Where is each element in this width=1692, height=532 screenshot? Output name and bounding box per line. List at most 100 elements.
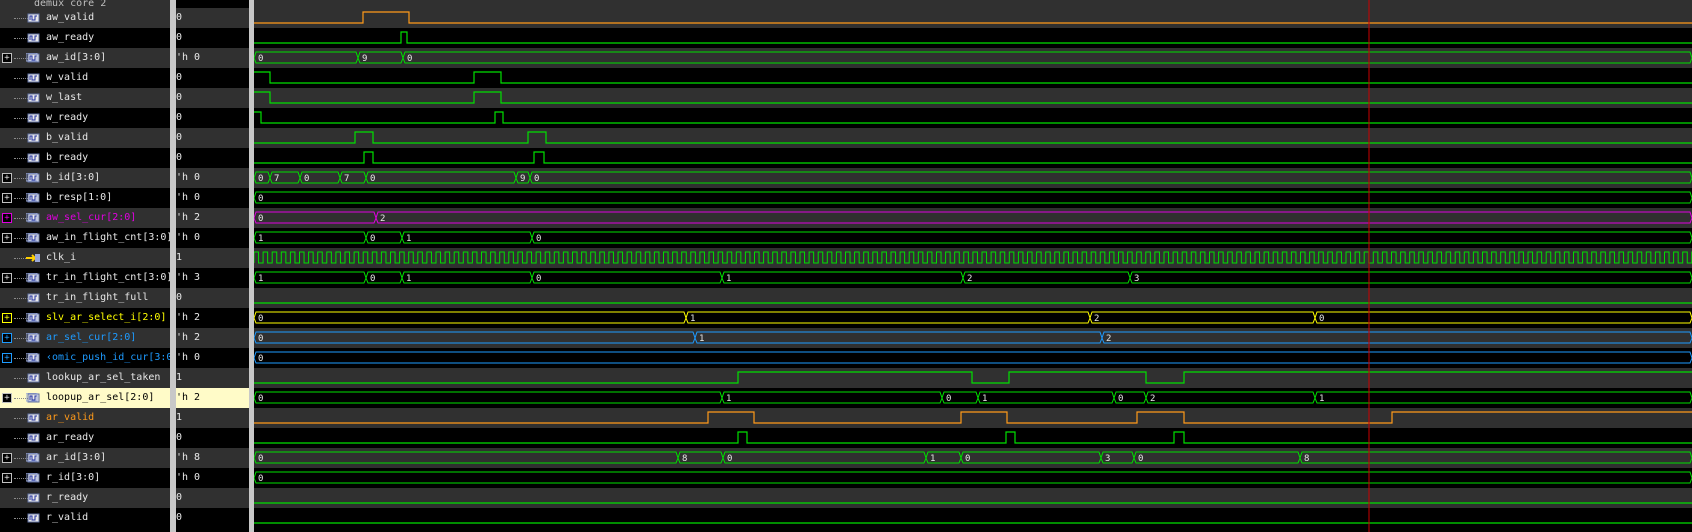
bus-segment-label: 0 [946,394,951,404]
wave-row-bg [254,108,1692,128]
signal-icon [26,53,40,63]
signal-row[interactable]: w_valid [0,68,170,88]
signal-row[interactable]: + tr_in_flight_cnt[3:0] [0,268,170,288]
signal-icon [27,13,40,23]
wave-row-bg [254,208,1692,228]
signal-value: 0 [176,32,183,43]
value-row: 0 [176,88,249,108]
signal-row[interactable]: + b_resp[1:0] [0,188,170,208]
value-row: 0 [176,68,249,88]
bus-segment-label: 0 [370,174,375,184]
signal-row[interactable]: + ‹omic_push_id_cur[3:0] [0,348,170,368]
signal-row[interactable]: r_ready [0,488,170,508]
expand-icon[interactable]: + [2,53,12,63]
signal-value: 'h 8 [176,452,201,463]
signal-row[interactable]: + ar_sel_cur[2:0] [0,328,170,348]
signal-icon [27,493,40,503]
expand-icon[interactable]: + [2,173,12,183]
signal-value-pane: 0 0 'h 0 0 0 0 0 0 'h 0 'h 0 'h 2 'h 0 1 'h 3 0 'h 2 'h … [176,0,249,532]
value-row: 0 [176,8,249,28]
signal-icon [26,173,40,183]
signal-icon [26,393,40,403]
bus-segment-label: 0 [727,454,732,464]
expand-icon[interactable]: + [2,353,12,363]
signal-row[interactable]: aw_ready [0,28,170,48]
signal-row[interactable]: + slv_ar_select_i[2:0] [0,308,170,328]
signal-row[interactable]: b_valid [0,128,170,148]
wave-row-bg [254,308,1692,328]
bus-segment-label: 0 [304,174,309,184]
signal-row[interactable]: + aw_in_flight_cnt[3:0] [0,228,170,248]
wave-row-bg [254,68,1692,88]
value-row: 0 [176,508,249,528]
signal-row[interactable]: w_last [0,88,170,108]
signal-value: 'h 0 [176,52,201,63]
wave-row-bg [254,28,1692,48]
bus-segment-label: 0 [258,354,263,364]
signal-icon [27,73,40,83]
signal-row[interactable]: + aw_id[3:0] [0,48,170,68]
signal-name: r_ready [46,492,89,503]
expand-icon[interactable]: + [2,333,12,343]
bus-segment-label: 0 [370,274,375,284]
expand-icon[interactable]: + [2,213,12,223]
signal-name: lookup_ar_sel_taken [46,372,161,383]
signal-row[interactable]: clk_i [0,248,170,268]
value-row: 'h 0 [176,168,249,188]
value-row: 'h 3 [176,268,249,288]
expand-icon[interactable]: + [2,233,12,243]
signal-value: 'h 3 [176,272,201,283]
wave-row-bg [254,188,1692,208]
expand-icon[interactable]: + [2,473,12,483]
wave-row-bg [254,368,1692,388]
signal-row[interactable]: lookup_ar_sel_taken [0,368,170,388]
expand-icon[interactable]: + [2,393,12,403]
expand-icon[interactable]: + [2,453,12,463]
signal-row[interactable]: + r_id[3:0] [0,468,170,488]
waveform-pane[interactable]: 0 9 00 7 0 7 0 9 000 21 0 1 01 0 1 0 1 2 30 1 2 00 1 200 1 0 1 0 2 10… [254,0,1692,532]
bus-segment-label: 3 [1105,454,1110,464]
bus-segment-label: 1 [930,454,935,464]
signal-row[interactable]: + b_id[3:0] [0,168,170,188]
signal-name: aw_id[3:0] [46,52,107,63]
signal-name: aw_ready [46,32,95,43]
signal-row[interactable]: + ar_id[3:0] [0,448,170,468]
bus-segment-label: 2 [1106,334,1111,344]
signal-name: tr_in_flight_cnt[3:0] [46,272,170,283]
expand-icon[interactable]: + [2,193,12,203]
expand-icon[interactable]: + [2,313,12,323]
signal-value: 0 [176,292,183,303]
signal-row[interactable]: + aw_sel_cur[2:0] [0,208,170,228]
signal-row[interactable]: r_valid [0,508,170,528]
signal-icon [27,33,40,43]
signal-name: b_ready [46,152,89,163]
scope-label: demux_core_2 [34,0,107,8]
value-row: 'h 2 [176,328,249,348]
wave-row-bg [254,428,1692,448]
signal-name: slv_ar_select_i[2:0] [46,312,167,323]
signal-icon [26,473,40,483]
value-row: 'h 8 [176,448,249,468]
expand-icon[interactable]: + [2,273,12,283]
signal-name: clk_i [46,252,77,263]
signal-value: 0 [176,132,183,143]
signal-row[interactable]: + loopup_ar_sel[2:0] [0,388,170,408]
signal-row[interactable]: b_ready [0,148,170,168]
signal-row[interactable]: w_ready [0,108,170,128]
scope-row[interactable]: demux_core_2 [0,0,170,8]
wave-scope-row [254,0,1692,8]
signal-value: 'h 0 [176,352,201,363]
signal-value: 'h 2 [176,312,201,323]
signal-row[interactable]: tr_in_flight_full [0,288,170,308]
signal-value: 1 [176,252,183,263]
signal-name: r_valid [46,512,89,523]
signal-value: 0 [176,112,183,123]
signal-name: aw_valid [46,12,95,23]
signal-value: 0 [176,12,183,23]
signal-row[interactable]: ar_valid [0,408,170,428]
bus-segment-label: 2 [1150,394,1155,404]
signal-row[interactable]: aw_valid [0,8,170,28]
signal-row[interactable]: ar_ready [0,428,170,448]
bus-segment-label: 2 [1094,314,1099,324]
bus-segment-label: 0 [1319,314,1324,324]
